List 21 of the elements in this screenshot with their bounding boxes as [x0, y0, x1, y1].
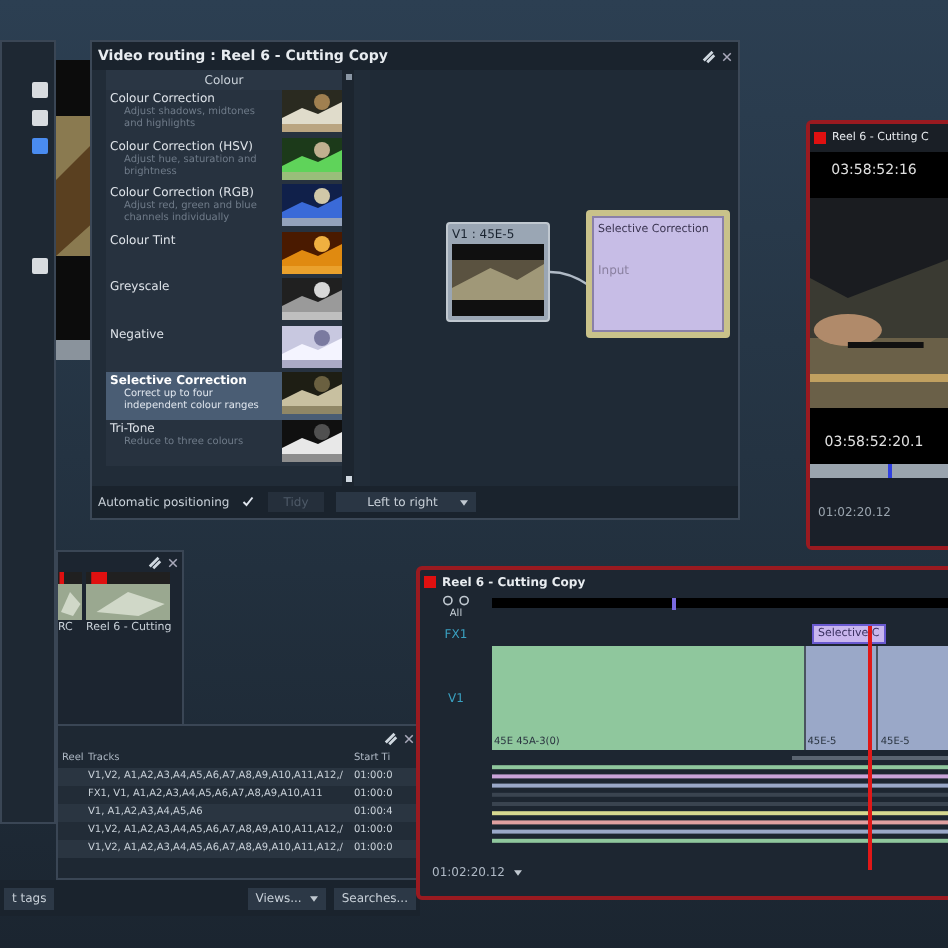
close-icon[interactable] [404, 733, 414, 743]
caret-icon [309, 895, 318, 901]
record-icon [814, 132, 826, 144]
caret-icon [460, 499, 469, 505]
close-icon[interactable] [168, 557, 178, 567]
link-icon[interactable] [702, 49, 716, 63]
record-icon [424, 576, 436, 588]
zoom-icon[interactable] [438, 594, 474, 607]
caret-icon[interactable] [513, 870, 521, 876]
connection-line [550, 268, 590, 288]
link-icon[interactable] [148, 555, 162, 569]
link-icon[interactable] [384, 731, 398, 745]
check-icon [242, 496, 255, 508]
playhead-marker[interactable] [888, 464, 893, 478]
scrub-bar[interactable] [810, 464, 948, 478]
marker-icon [672, 598, 676, 610]
close-icon[interactable] [722, 51, 732, 61]
panel-toggle[interactable] [32, 258, 48, 274]
checkbox[interactable] [241, 495, 256, 509]
scroll-up-icon[interactable] [345, 74, 351, 80]
scroll-down-icon[interactable] [345, 476, 351, 482]
